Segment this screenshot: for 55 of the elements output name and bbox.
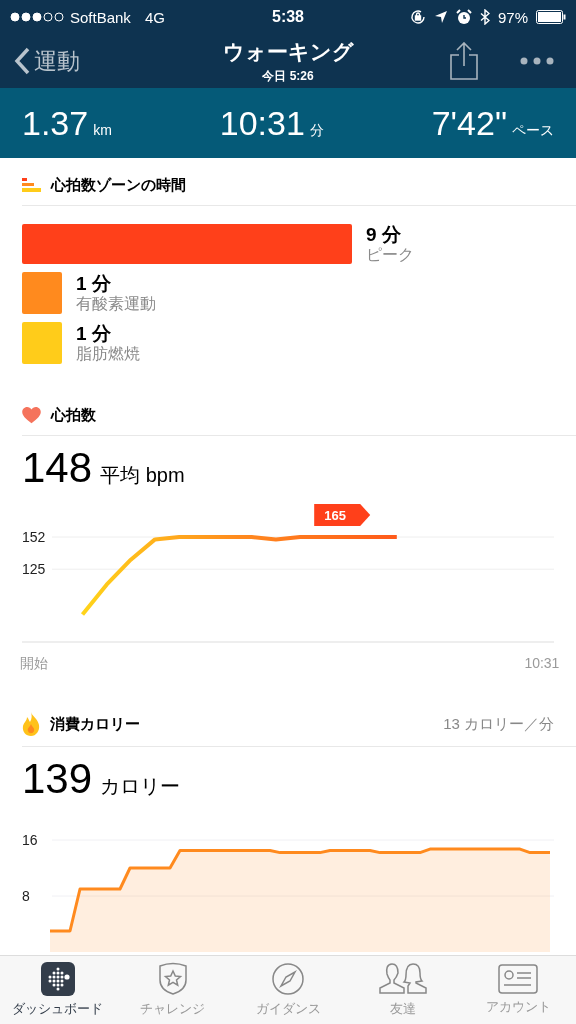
zone-label: 有酸素運動 bbox=[76, 293, 156, 313]
section-title: 心拍数 bbox=[51, 406, 97, 425]
axis-tick-label: 152 bbox=[22, 529, 46, 545]
section-title: 心拍数ゾーンの時間 bbox=[51, 176, 187, 195]
zone-label: ピーク bbox=[366, 244, 414, 264]
tab-bar-item[interactable]: 友達 bbox=[345, 956, 461, 1024]
calories-total: 139 bbox=[22, 755, 93, 803]
stat-unit: ペース bbox=[512, 121, 554, 140]
tab-bar-item[interactable]: ガイダンス bbox=[230, 956, 346, 1024]
average-heart-rate: 148 bbox=[22, 444, 93, 492]
battery-percent: 97% bbox=[497, 8, 528, 26]
stat-value: 7'42" bbox=[431, 103, 507, 143]
stat-unit: 分 bbox=[309, 121, 324, 140]
zone-minutes: 1 分 bbox=[76, 323, 112, 344]
zone-minutes: 9 分 bbox=[366, 224, 402, 245]
bars-icon bbox=[22, 178, 41, 193]
axis-tick-label: 10:31 bbox=[524, 655, 560, 671]
axis-tick-label: 開始 bbox=[20, 655, 49, 671]
alarm-clock-icon bbox=[455, 9, 472, 25]
stat-value: 1.37 bbox=[22, 103, 89, 143]
chevron-left-icon bbox=[14, 47, 30, 75]
two-people-icon[interactable] bbox=[378, 962, 429, 996]
network-type: 4G bbox=[144, 8, 165, 26]
axis-tick-label: 8 bbox=[22, 888, 30, 904]
calorie-rate: 13 カロリー／分 bbox=[443, 714, 554, 734]
flame-icon bbox=[22, 712, 40, 736]
screen-subtitle: 今日 5:26 bbox=[262, 67, 314, 85]
id-card-icon[interactable] bbox=[498, 964, 539, 994]
zone-label: 脂肪燃焼 bbox=[76, 343, 140, 363]
calories-unit: カロリー bbox=[100, 774, 181, 799]
compass-icon[interactable] bbox=[271, 962, 305, 996]
clock-time: 5:38 bbox=[272, 8, 304, 26]
axis-tick-label: 16 bbox=[22, 832, 38, 848]
heart-icon bbox=[22, 407, 41, 424]
screen-title: ウォーキング bbox=[222, 38, 354, 65]
zone-minutes: 1 分 bbox=[76, 273, 112, 294]
rotation-lock-icon bbox=[409, 9, 426, 25]
stat-value: 10:31 bbox=[219, 103, 305, 143]
share-icon[interactable] bbox=[450, 42, 478, 80]
more-icon[interactable] bbox=[520, 57, 554, 65]
tab-bar-item[interactable]: ダッシュボード bbox=[0, 956, 116, 1024]
carrier-name: SoftBank bbox=[70, 8, 131, 26]
back-button[interactable]: 運動 bbox=[14, 45, 164, 77]
peak-callout: 165 bbox=[314, 504, 371, 526]
heart-rate-unit: 平均 bpm bbox=[100, 463, 185, 488]
dots-logo-icon[interactable] bbox=[40, 962, 75, 996]
axis-tick-label: 125 bbox=[22, 561, 46, 578]
signal-icon bbox=[10, 12, 64, 22]
tab-bar-item[interactable]: チャレンジ bbox=[115, 956, 231, 1024]
tab-bar-item[interactable]: アカウント bbox=[460, 956, 576, 1024]
stat-unit: km bbox=[93, 121, 112, 138]
location-arrow-icon bbox=[433, 10, 448, 24]
bluetooth-icon bbox=[479, 9, 490, 25]
battery-icon bbox=[536, 10, 566, 24]
section-title: 消費カロリー bbox=[50, 714, 141, 734]
